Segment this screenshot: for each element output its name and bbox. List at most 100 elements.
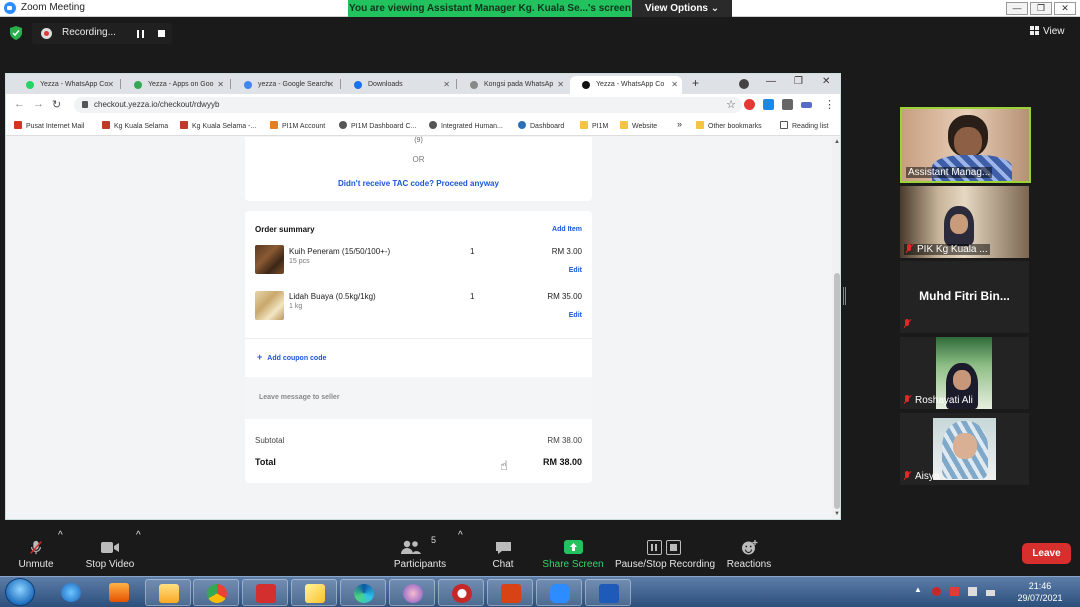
tray-security-icon[interactable]: [950, 587, 959, 596]
adblock-extension-icon[interactable]: [744, 99, 755, 110]
bookmark-item[interactable]: Pusat Internet Mail: [14, 121, 84, 130]
browser-tab[interactable]: Yezza - Apps on Goo ✕: [122, 76, 228, 94]
new-tab-button[interactable]: +: [692, 76, 699, 90]
tab-search-icon[interactable]: [739, 79, 749, 89]
proceed-anyway-link[interactable]: Didn't receive TAC code? Proceed anyway: [245, 179, 592, 188]
participant-tile-active[interactable]: Assistant Manag...: [900, 107, 1031, 183]
participant-tile[interactable]: Roshayati Ali: [900, 337, 1029, 409]
tab-close-icon[interactable]: ✕: [443, 80, 450, 89]
tab-close-icon[interactable]: ✕: [327, 80, 334, 89]
view-label: View: [1043, 26, 1065, 37]
shield-icon[interactable]: [10, 26, 22, 40]
add-coupon-button[interactable]: + Add coupon code: [257, 352, 326, 362]
browser-tab[interactable]: Yezza - WhatsApp Co ✕: [14, 76, 118, 94]
bookmark-item[interactable]: Kg Kuala Selama: [102, 121, 168, 130]
browser-tab-active[interactable]: Yezza - WhatsApp Co ✕: [570, 76, 682, 94]
bookmark-item[interactable]: PI1M Dashboard C...: [339, 121, 416, 130]
extension-new-icon[interactable]: [763, 99, 774, 110]
bookmark-item[interactable]: PI1M Account: [270, 121, 325, 130]
message-to-seller-field[interactable]: Leave message to seller: [245, 377, 592, 419]
view-options-button[interactable]: View Options ⌄: [632, 0, 732, 17]
tray-app-icon[interactable]: [932, 587, 941, 596]
bookmark-item[interactable]: Dashboard: [518, 121, 564, 130]
leave-meeting-button[interactable]: Leave: [1022, 543, 1071, 564]
scroll-down-icon[interactable]: ▼: [834, 511, 840, 517]
tab-close-icon[interactable]: ✕: [217, 80, 224, 89]
add-item-button[interactable]: Add Item: [552, 226, 582, 233]
tab-close-icon[interactable]: ✕: [557, 80, 564, 89]
taskbar-acrobat[interactable]: [242, 579, 288, 606]
taskbar-file-explorer[interactable]: [145, 579, 191, 606]
participant-name: PIK Kg Kuala ...: [904, 244, 990, 255]
share-screen-icon: [563, 540, 583, 554]
reactions-button[interactable]: Reactions: [724, 530, 774, 570]
pause-recording-icon[interactable]: [137, 30, 144, 38]
edit-item-button[interactable]: Edit: [542, 267, 582, 274]
participant-tile[interactable]: Aisya: [900, 413, 1029, 485]
browser-maximize-icon[interactable]: ❐: [794, 76, 803, 87]
bookmark-item[interactable]: Integrated Human...: [429, 121, 503, 130]
browser-tab[interactable]: yezza - Google Search ✕: [232, 76, 338, 94]
taskbar-edge[interactable]: [340, 579, 386, 606]
participants-options-caret-icon[interactable]: ^: [458, 530, 463, 541]
taskbar-word[interactable]: [585, 579, 631, 606]
browser-close-icon[interactable]: ✕: [822, 76, 830, 87]
other-bookmarks-folder[interactable]: Other bookmarks: [696, 121, 762, 130]
scroll-up-icon[interactable]: ▲: [834, 139, 840, 145]
stop-recording-icon[interactable]: [158, 30, 165, 37]
participants-label: Participants: [393, 559, 447, 570]
pause-stop-recording-button[interactable]: Pause/Stop Recording: [614, 530, 716, 570]
bookmark-folder[interactable]: Website: [620, 121, 657, 130]
browser-menu-icon[interactable]: ⋮: [824, 98, 835, 111]
taskbar-app[interactable]: [438, 579, 484, 606]
edit-item-button[interactable]: Edit: [542, 312, 582, 319]
tab-favicon-icon: [470, 81, 478, 89]
back-arrow-icon[interactable]: ←: [14, 98, 25, 110]
forward-arrow-icon[interactable]: →: [33, 98, 44, 110]
audio-options-caret-icon[interactable]: ^: [58, 530, 63, 541]
taskbar-clock[interactable]: 21:46 29/07/2021: [1010, 580, 1070, 604]
taskbar-media-player[interactable]: [96, 579, 142, 606]
participants-button[interactable]: 5 Participants: [392, 530, 448, 570]
stop-video-button[interactable]: Stop Video: [82, 530, 138, 570]
reading-list-button[interactable]: Reading list: [780, 121, 829, 130]
address-bar[interactable]: checkout.yezza.io/checkout/rdwyyb ☆: [74, 97, 742, 113]
participant-tile[interactable]: Muhd Fitri Bin...: [900, 261, 1029, 333]
reload-icon[interactable]: ↻: [52, 98, 61, 111]
taskbar-chrome[interactable]: [193, 579, 239, 606]
maximize-icon[interactable]: ❐: [1030, 2, 1052, 15]
bookmark-star-icon[interactable]: ☆: [726, 98, 736, 111]
muted-mic-icon: [906, 244, 913, 253]
tray-volume-icon[interactable]: [968, 587, 977, 596]
bookmark-item[interactable]: Kg Kuala Selama -...: [180, 121, 256, 130]
tab-close-icon[interactable]: ✕: [107, 80, 114, 89]
browser-tab[interactable]: Downloads ✕: [342, 76, 454, 94]
tab-close-icon[interactable]: ✕: [671, 80, 678, 89]
chevron-down-icon: ⌄: [710, 3, 720, 14]
taskbar-internet-explorer[interactable]: [48, 579, 94, 606]
windows-start-button[interactable]: [5, 578, 35, 606]
chat-button[interactable]: Chat: [485, 530, 521, 570]
minimize-icon[interactable]: —: [1006, 2, 1028, 15]
page-scrollbar[interactable]: ▲ ▼: [832, 137, 840, 519]
splitter-handle[interactable]: [843, 287, 846, 305]
tray-expand-icon[interactable]: ▲: [914, 585, 923, 594]
extension-icon[interactable]: [801, 102, 812, 108]
view-layout-button[interactable]: View: [1030, 26, 1065, 37]
more-bookmarks-button[interactable]: »: [677, 119, 682, 129]
close-icon[interactable]: ✕: [1054, 2, 1076, 15]
tray-network-icon[interactable]: [986, 590, 995, 596]
video-options-caret-icon[interactable]: ^: [136, 530, 141, 541]
scrollbar-thumb[interactable]: [834, 273, 840, 509]
taskbar-powerpoint[interactable]: [487, 579, 533, 606]
puzzle-extensions-icon[interactable]: [782, 99, 793, 110]
taskbar-paint[interactable]: [389, 579, 435, 606]
unmute-button[interactable]: Unmute: [12, 530, 60, 570]
share-screen-button[interactable]: Share Screen: [540, 530, 606, 570]
taskbar-sticky-notes[interactable]: [291, 579, 337, 606]
browser-minimize-icon[interactable]: —: [766, 76, 776, 87]
browser-tab[interactable]: Kongsi pada WhatsAp ✕: [458, 76, 568, 94]
participant-tile[interactable]: PIK Kg Kuala ...: [900, 186, 1029, 258]
bookmark-folder[interactable]: PI1M: [580, 121, 608, 130]
taskbar-zoom[interactable]: [536, 579, 582, 606]
